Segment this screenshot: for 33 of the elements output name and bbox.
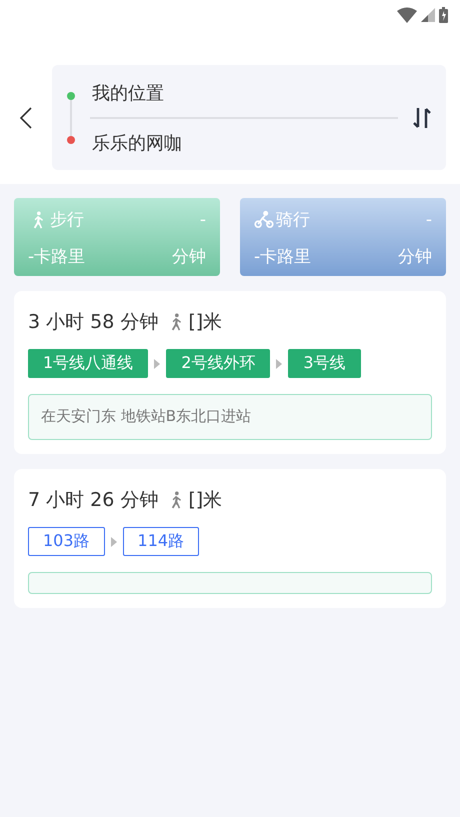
signal-icon bbox=[421, 8, 435, 22]
arrow-icon bbox=[154, 358, 160, 368]
mode-label: 骑行 bbox=[276, 209, 310, 231]
battery-icon bbox=[439, 7, 448, 23]
walk-distance: []米 bbox=[188, 310, 222, 335]
arrow-icon bbox=[276, 358, 282, 368]
origin-dot bbox=[67, 92, 75, 100]
origin-field[interactable]: 我的位置 bbox=[90, 72, 398, 112]
transit-line-tag: 2号线外环 bbox=[166, 349, 270, 378]
route-duration: 7 小时 26 分钟 bbox=[28, 488, 158, 513]
time-unit: 分钟 bbox=[398, 246, 432, 268]
mode-time: - bbox=[200, 210, 206, 230]
transit-line-tag: 3号线 bbox=[288, 349, 361, 378]
route-card[interactable]: 7 小时 26 分钟 []米 103路 114路 bbox=[14, 469, 446, 608]
entrance-info: 在天安门东 地铁站B东北口进站 bbox=[28, 394, 432, 440]
calories-text: -卡路里 bbox=[28, 246, 86, 268]
destination-field[interactable]: 乐乐的网咖 bbox=[90, 122, 398, 162]
transit-line-tag: 1号线八通线 bbox=[28, 349, 148, 378]
transit-line-tag: 103路 bbox=[28, 527, 105, 556]
walk-distance: []米 bbox=[188, 488, 222, 513]
route-duration: 3 小时 58 分钟 bbox=[28, 310, 158, 335]
swap-icon bbox=[413, 106, 431, 130]
transit-line-tag: 114路 bbox=[122, 527, 200, 556]
mode-time: - bbox=[426, 210, 432, 230]
route-card[interactable]: 3 小时 58 分钟 []米 1号线八通线 2号线外环 3号线 在天安门东 地铁站B东北口进站 bbox=[14, 291, 446, 454]
arrow-icon bbox=[110, 536, 117, 546]
bicycle-icon bbox=[254, 210, 274, 230]
wifi-icon bbox=[397, 7, 417, 23]
mode-label: 步行 bbox=[50, 209, 84, 231]
time-unit: 分钟 bbox=[172, 246, 206, 268]
back-icon bbox=[19, 106, 33, 128]
destination-dot bbox=[67, 136, 75, 144]
calories-text: -卡路里 bbox=[254, 246, 312, 268]
